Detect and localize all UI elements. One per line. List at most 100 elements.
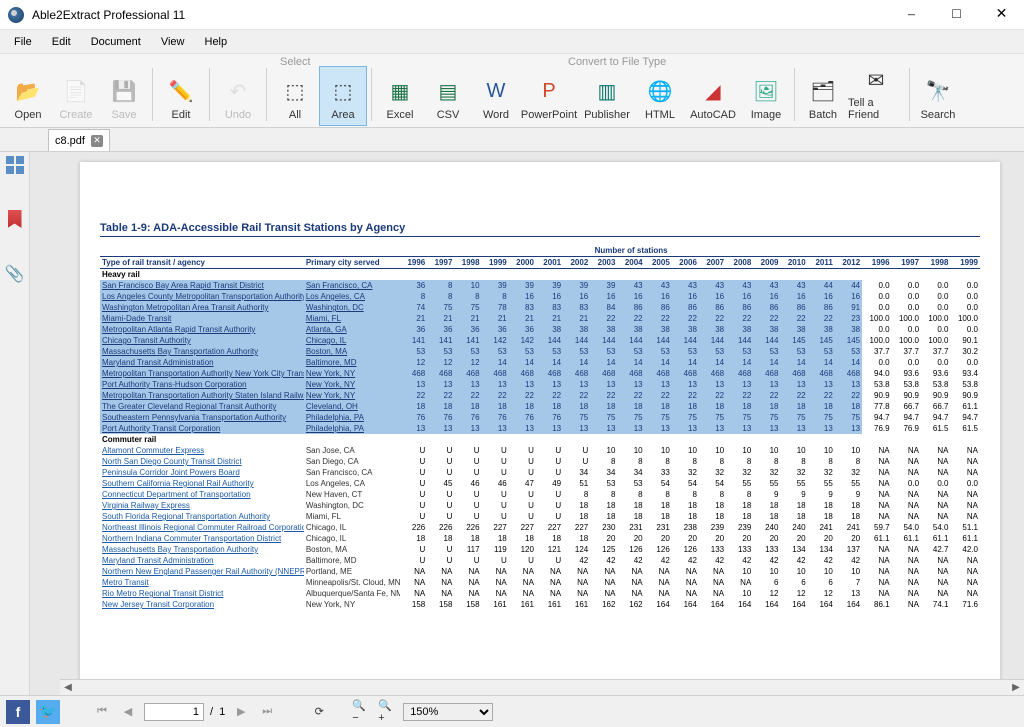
bookmark-icon[interactable] xyxy=(8,210,22,228)
image-icon: 🖼 xyxy=(752,77,780,105)
table-row: Virginia Railway ExpressWashington, DCUU… xyxy=(100,500,980,511)
word-icon: W xyxy=(482,77,510,105)
col-year: 2009 xyxy=(753,257,780,269)
page-number-input[interactable] xyxy=(144,703,204,721)
col-na-year: 1997 xyxy=(892,257,921,269)
menu-document[interactable]: Document xyxy=(81,32,151,52)
col-year: 1996 xyxy=(400,257,427,269)
page-total: 1 xyxy=(219,706,225,718)
scroll-left-icon[interactable]: ◀ xyxy=(60,680,76,695)
col-year: 1999 xyxy=(482,257,509,269)
table-row: Northeast Illinois Regional Commuter Rai… xyxy=(100,522,980,533)
next-page-button[interactable]: ▶ xyxy=(231,702,251,722)
create-button[interactable]: 📄Create xyxy=(52,66,100,126)
tab-close-icon[interactable]: ✕ xyxy=(91,135,103,147)
cursor-all-icon: ⬚ xyxy=(281,77,309,105)
document-tab[interactable]: c8.pdf ✕ xyxy=(48,129,110,151)
undo-icon: ↶ xyxy=(224,77,252,105)
table-row: Chicago Transit AuthorityChicago, IL1411… xyxy=(100,335,980,346)
menubar: File Edit Document View Help xyxy=(0,30,1024,54)
rotate-button[interactable]: ⟳ xyxy=(309,702,329,722)
col-year: 2011 xyxy=(808,257,835,269)
table-row: Metro TransitMinneapolis/St. Cloud, MNNA… xyxy=(100,577,980,588)
prev-page-button[interactable]: ◀ xyxy=(118,702,138,722)
table-row: Metropolitan Transportation Authority St… xyxy=(100,390,980,401)
autocad-icon: ◢ xyxy=(699,77,727,105)
col-year: 1998 xyxy=(454,257,481,269)
convert-publisher-button[interactable]: ▥Publisher xyxy=(578,66,636,126)
col-city: Primary city served xyxy=(304,257,400,269)
undo-button[interactable]: ↶Undo xyxy=(214,66,262,126)
table-row: Metropolitan Atlanta Rapid Transit Autho… xyxy=(100,324,980,335)
table-row: Massachusetts Bay Transportation Authori… xyxy=(100,346,980,357)
col-year: 2004 xyxy=(617,257,644,269)
scroll-right-icon[interactable]: ▶ xyxy=(1008,680,1024,695)
table-row: Rio Metro Regional Transit DistrictAlbuq… xyxy=(100,588,980,599)
powerpoint-icon: P xyxy=(535,77,563,105)
select-all-button[interactable]: ⬚All xyxy=(271,66,319,126)
minimize-button[interactable]: – xyxy=(889,0,934,30)
col-agency: Type of rail transit / agency xyxy=(100,257,304,269)
col-year: 2003 xyxy=(590,257,617,269)
group-header: Heavy rail xyxy=(100,269,980,281)
convert-autocad-button[interactable]: ◢AutoCAD xyxy=(684,66,742,126)
maximize-button[interactable]: □ xyxy=(934,0,979,30)
convert-excel-button[interactable]: ▦Excel xyxy=(376,66,424,126)
convert-html-button[interactable]: 🌐HTML xyxy=(636,66,684,126)
close-button[interactable]: ✕ xyxy=(979,0,1024,30)
zoom-out-button[interactable]: 🔍− xyxy=(351,702,371,722)
data-table: Number of stations Type of rail transit … xyxy=(100,245,980,610)
table-row: North San Diego County Transit DistrictS… xyxy=(100,456,980,467)
tell-friend-button[interactable]: ✉Tell a Friend xyxy=(847,66,905,126)
first-page-button[interactable]: ⏮ xyxy=(92,702,112,722)
cursor-area-icon: ⬚ xyxy=(329,77,357,105)
col-year: 2005 xyxy=(645,257,672,269)
tabbar: c8.pdf ✕ xyxy=(0,128,1024,152)
csv-icon: ▤ xyxy=(434,77,462,105)
document-viewport[interactable]: Table 1-9: ADA-Accessible Rail Transit S… xyxy=(30,152,1024,695)
html-icon: 🌐 xyxy=(646,77,674,105)
document-page: Table 1-9: ADA-Accessible Rail Transit S… xyxy=(80,162,1000,682)
menu-help[interactable]: Help xyxy=(195,32,238,52)
convert-word-button[interactable]: WWord xyxy=(472,66,520,126)
titlebar: Able2Extract Professional 11 – □ ✕ xyxy=(0,0,1024,30)
edit-button[interactable]: ✏️Edit xyxy=(157,66,205,126)
convert-csv-button[interactable]: ▤CSV xyxy=(424,66,472,126)
horizontal-scrollbar[interactable]: ◀ ▶ xyxy=(60,679,1024,695)
attachment-icon[interactable]: 📎 xyxy=(5,264,25,284)
menu-view[interactable]: View xyxy=(151,32,195,52)
table-row: Port Authority Trans-Hudson CorporationN… xyxy=(100,379,980,390)
twitter-button[interactable]: 🐦 xyxy=(36,700,60,724)
menu-edit[interactable]: Edit xyxy=(42,32,81,52)
menu-file[interactable]: File xyxy=(4,32,42,52)
table-row: Maryland Transit AdministrationBaltimore… xyxy=(100,555,980,566)
col-na-year: 1999 xyxy=(950,257,980,269)
zoom-select[interactable]: 150% xyxy=(403,703,493,721)
zoom-in-button[interactable]: 🔍+ xyxy=(377,702,397,722)
last-page-button[interactable]: ⏭ xyxy=(257,702,277,722)
table-row: Altamont Commuter ExpressSan Jose, CAUUU… xyxy=(100,445,980,456)
page-sep: / xyxy=(210,706,213,718)
open-button[interactable]: 📂Open xyxy=(4,66,52,126)
toolbar: Select Convert to File Type 📂Open 📄Creat… xyxy=(0,54,1024,128)
table-row: San Francisco Bay Area Rapid Transit Dis… xyxy=(100,280,980,291)
table-title: Table 1-9: ADA-Accessible Rail Transit S… xyxy=(100,222,980,237)
facebook-button[interactable]: f xyxy=(6,700,30,724)
batch-icon: 🗂 xyxy=(809,77,837,105)
select-area-button[interactable]: ⬚Area xyxy=(319,66,367,126)
thumbnails-button[interactable] xyxy=(6,156,24,174)
table-row: Northern Indiana Commuter Transportation… xyxy=(100,533,980,544)
save-button[interactable]: 💾Save xyxy=(100,66,148,126)
col-year: 2002 xyxy=(563,257,590,269)
search-button[interactable]: 🔭Search xyxy=(914,66,962,126)
convert-image-button[interactable]: 🖼Image xyxy=(742,66,790,126)
batch-button[interactable]: 🗂Batch xyxy=(799,66,847,126)
col-year: 2006 xyxy=(672,257,699,269)
col-year: 2010 xyxy=(780,257,807,269)
table-row: Miami-Dade TransitMiami, FL2121212121212… xyxy=(100,313,980,324)
col-year: 2012 xyxy=(835,257,862,269)
table-row: Southern California Regional Rail Author… xyxy=(100,478,980,489)
col-na-year: 1996 xyxy=(862,257,891,269)
binoculars-icon: 🔭 xyxy=(924,77,952,105)
convert-powerpoint-button[interactable]: PPowerPoint xyxy=(520,66,578,126)
